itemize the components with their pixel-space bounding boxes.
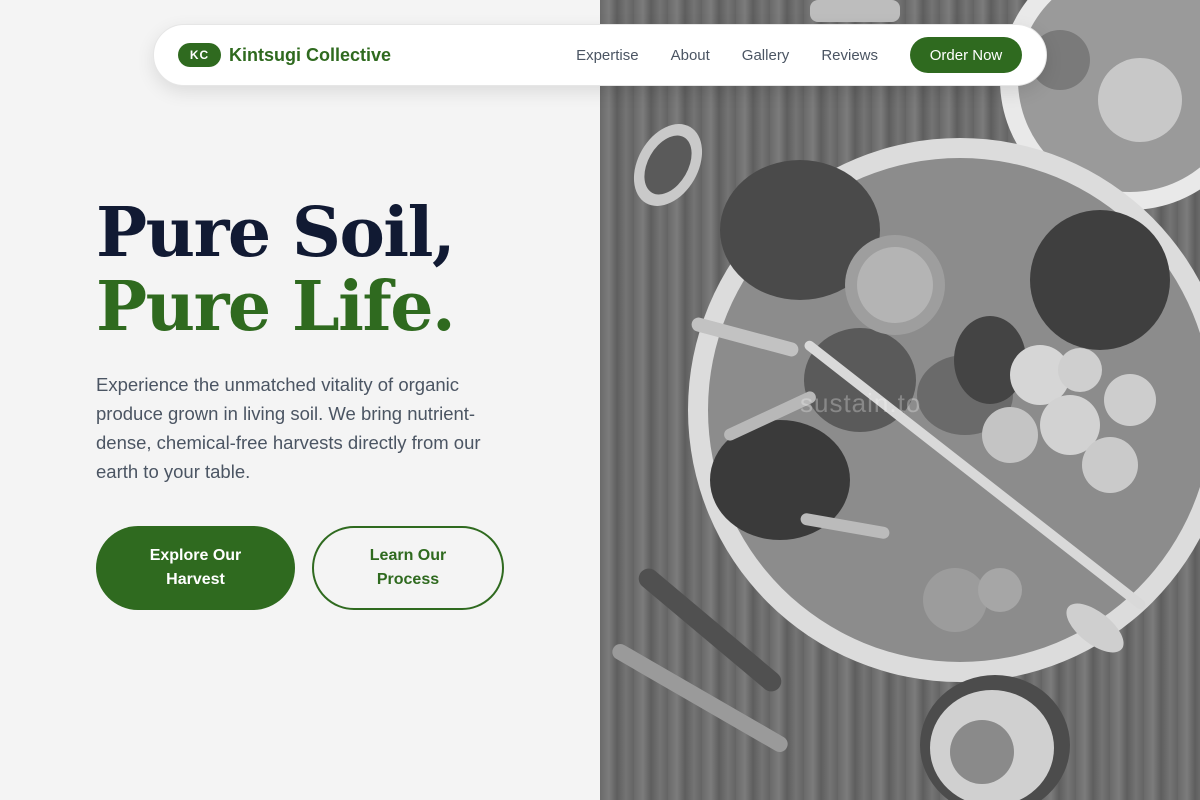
brand-name: Kintsugi Collective: [229, 44, 392, 65]
top-navbar: KC Kintsugi Collective Expertise About G…: [153, 24, 1047, 86]
nav-link-about[interactable]: About: [671, 47, 710, 64]
learn-process-button[interactable]: Learn Our Process: [312, 526, 504, 610]
hero-title-line2: Pure Life.: [96, 267, 456, 347]
brand[interactable]: KC Kintsugi Collective: [178, 43, 391, 67]
hero-section: Pure Soil, Pure Life. Experience the unm…: [96, 196, 536, 610]
image-watermark: sustain.to: [800, 388, 922, 418]
hero-cta-group: Explore Our Harvest Learn Our Process: [96, 526, 536, 610]
hero-title: Pure Soil, Pure Life.: [96, 196, 536, 344]
hero-title-line1: Pure Soil,: [96, 193, 456, 273]
nav-link-reviews[interactable]: Reviews: [821, 47, 878, 64]
hero-description: Experience the unmatched vitality of org…: [96, 374, 481, 482]
nav-link-expertise[interactable]: Expertise: [576, 47, 639, 64]
explore-harvest-button[interactable]: Explore Our Harvest: [96, 526, 295, 610]
nav-link-gallery[interactable]: Gallery: [742, 47, 790, 64]
order-now-button[interactable]: Order Now: [910, 37, 1022, 73]
nav-links: Expertise About Gallery Reviews: [576, 47, 878, 64]
brand-badge: KC: [178, 43, 221, 67]
